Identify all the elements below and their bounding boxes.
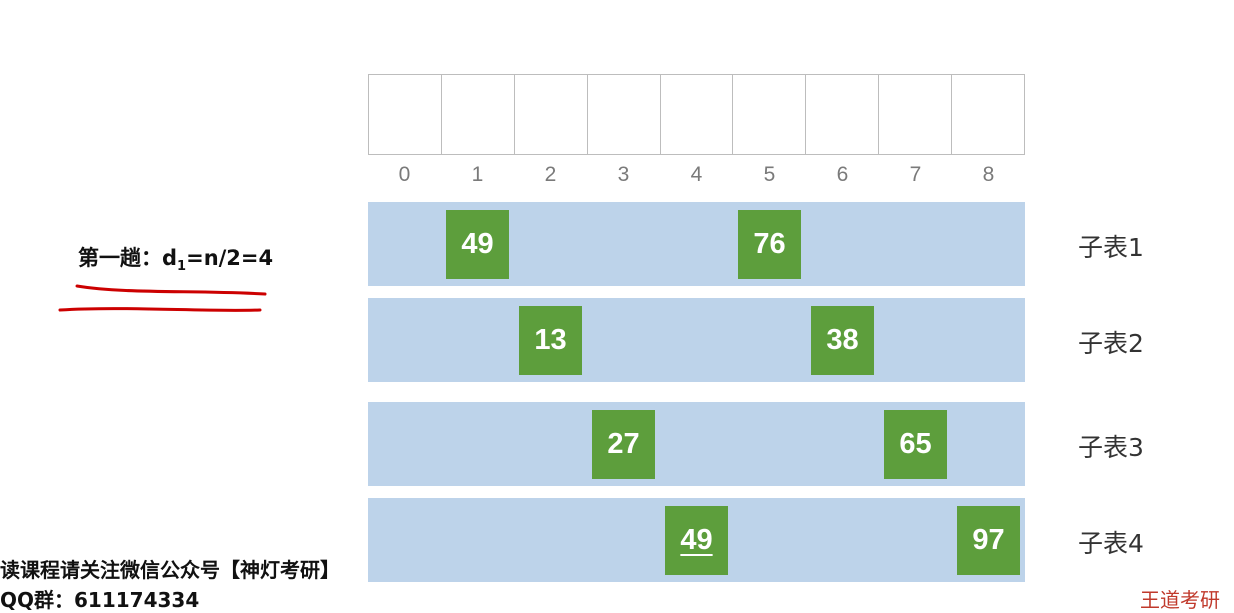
red-underline-annotation	[58, 284, 267, 312]
sublist-element: 13	[519, 305, 582, 375]
array-cells-row	[368, 74, 1026, 155]
array-cell	[368, 74, 442, 155]
array-index-label: 4	[690, 163, 703, 186]
footer-promo-text: 读课程请关注微信公众号【神灯考研】	[0, 558, 340, 582]
pass-label-suffix: =n/2=4	[186, 246, 274, 270]
sublist-element: 49	[665, 505, 728, 575]
sublist-element-value: 97	[972, 523, 1005, 556]
array-index-label: 5	[763, 163, 776, 186]
sublist-band-3: 27 65	[368, 402, 1025, 486]
sublist-element-value: 38	[826, 323, 859, 356]
array-index-row: 0 1 2 3 4 5 6 7 8	[368, 160, 1025, 190]
array-index-label: 6	[836, 163, 849, 186]
pass-label-subscript: 1	[177, 259, 187, 275]
array-index-label: 0	[398, 163, 411, 186]
sublist-band-1: 49 76	[368, 202, 1025, 286]
array-cell	[514, 74, 588, 155]
array-index-label: 8	[982, 163, 995, 186]
sublist-band-4: 49 97	[368, 498, 1025, 582]
array-cell	[441, 74, 515, 155]
sublist-label-4: 子表4	[1078, 529, 1144, 558]
sublist-band-2: 13 38	[368, 298, 1025, 382]
sublist-element: 49	[446, 209, 509, 279]
array-cell	[660, 74, 734, 155]
footer-qq-text: QQ群：611174334	[0, 588, 200, 612]
footer-watermark: 王道考研	[1140, 588, 1220, 612]
sublist-element: 76	[738, 209, 801, 279]
sublist-element-value: 49	[461, 227, 494, 260]
pass-label-prefix: 第一趟：d	[78, 246, 178, 270]
array-index-label: 7	[909, 163, 922, 186]
sublist-label-1: 子表1	[1078, 233, 1144, 262]
pass-label: 第一趟：d1=n/2=4	[78, 242, 273, 274]
array-index-label: 3	[617, 163, 630, 186]
sublist-element-value: 13	[534, 323, 567, 356]
sublist-element: 97	[957, 505, 1020, 575]
sublist-element-value: 27	[607, 427, 640, 460]
sublist-element: 65	[884, 409, 947, 479]
array-index-label: 1	[471, 163, 484, 186]
array-cell	[806, 74, 880, 155]
array-cell	[587, 74, 661, 155]
sublist-element-value: 76	[753, 227, 786, 260]
sublist-label-2: 子表2	[1078, 329, 1144, 358]
sublist-label-3: 子表3	[1078, 433, 1144, 462]
sublist-element: 38	[811, 305, 874, 375]
array-cell	[733, 74, 807, 155]
sublist-element: 27	[592, 409, 655, 479]
sublist-element-value: 65	[899, 427, 932, 460]
array-cell	[952, 74, 1026, 155]
array-cell	[879, 74, 953, 155]
array-index-label: 2	[544, 163, 557, 186]
sublist-element-value: 49	[680, 523, 713, 556]
